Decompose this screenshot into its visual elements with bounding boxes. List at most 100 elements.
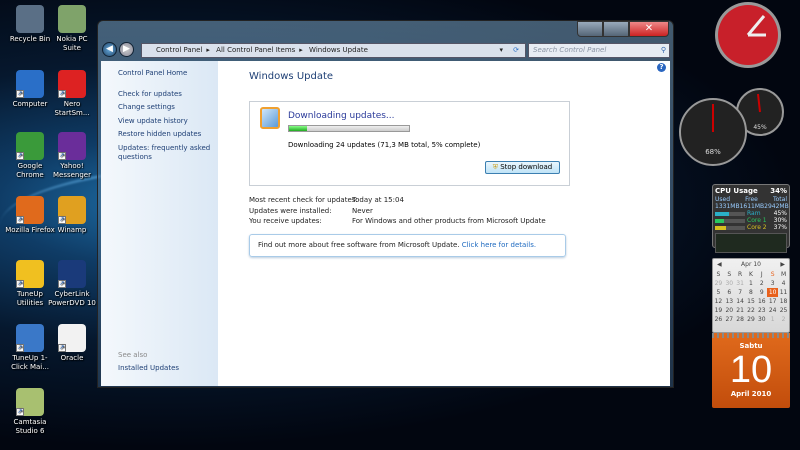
calendar-grid: S S R K J S M 29 30 31 1 2 3 4 5 6 7 8 9 10 11 12 13 14 15 16 17 18… [713,270,789,324]
calendar-day[interactable]: 12 [713,297,724,306]
calendar-day[interactable]: 29 [746,315,757,324]
calendar-day[interactable]: 29 [713,279,724,288]
shortcut-arrow-icon: ↗ [16,344,24,352]
app-icon: ↗ [16,324,44,352]
shortcut-arrow-icon: ↗ [58,152,66,160]
calendar-day[interactable]: 17 [767,297,778,306]
calendar-day[interactable]: 25 [778,306,789,315]
calendar-day[interactable]: 14 [735,297,746,306]
calendar-day[interactable]: 1 [767,315,778,324]
cpu-bar-row: Ram 45% [715,210,787,217]
calendar-day[interactable]: 13 [724,297,735,306]
desktop-icon-label: Nokia PC Suite [56,35,88,52]
view-update-history-link[interactable]: View update history [118,117,214,126]
calendar-day[interactable]: 9 [756,288,767,297]
app-icon: ↗ [16,196,44,224]
control-panel-home-link[interactable]: Control Panel Home [118,69,214,78]
calendar-day[interactable]: 21 [735,306,746,315]
calendar-day[interactable]: 30 [724,279,735,288]
breadcrumb-1[interactable]: All Control Panel Items [216,46,295,54]
cpu-usage-total: 34% [770,187,787,195]
prev-month-button[interactable]: ◀ [717,261,722,268]
address-bar[interactable]: Control Panel ▸ All Control Panel Items ▸ … [141,43,526,58]
shortcut-arrow-icon: ↗ [16,152,24,160]
cpu-bar-row: Core 1 30% [715,217,787,224]
restore-hidden-updates-link[interactable]: Restore hidden updates [118,130,214,139]
info-key: Updates were installed: [249,207,332,215]
desktop-icon[interactable]: ↗ Yahoo! Messenger [47,132,97,180]
calendar-day[interactable]: 30 [756,315,767,324]
forward-button[interactable]: ▶ [119,42,134,57]
calendar-day-gadget: Sabtu 10 April 2010 [712,333,790,408]
calendar-day[interactable]: 23 [756,306,767,315]
clock-gadget[interactable] [712,0,784,72]
change-settings-link[interactable]: Change settings [118,103,214,112]
calendar-day[interactable]: 15 [746,297,757,306]
desktop-icon[interactable]: ↗ CyberLink PowerDVD 10 [47,260,97,308]
header: Free [745,196,758,203]
calendar-day[interactable]: 31 [735,279,746,288]
calendar-day[interactable]: 3 [767,279,778,288]
info-row: You receive updates: For Windows and othe… [249,217,546,225]
calendar-day[interactable]: 5 [713,288,724,297]
desktop-icon[interactable]: ↗ Winamp [47,196,97,235]
calendar-day[interactable]: 2 [756,279,767,288]
calendar-day[interactable]: 26 [713,315,724,324]
calendar-day[interactable]: 16 [756,297,767,306]
help-icon[interactable]: ? [657,63,666,72]
spiral-binding [712,333,790,338]
calendar-day[interactable]: 1 [746,279,757,288]
calendar-day[interactable]: 24 [767,306,778,315]
search-input[interactable]: Search Control Panel ⚲ [528,43,670,58]
calendar-day[interactable]: 27 [724,315,735,324]
calendar-day[interactable]: 18 [778,297,789,306]
desktop-icon[interactable]: ↗ Oracle [47,324,97,363]
calendar-day[interactable]: 2 [778,315,789,324]
close-button[interactable]: ✕ [629,21,669,37]
shortcut-arrow-icon: ↗ [58,344,66,352]
shortcut-arrow-icon: ↗ [58,216,66,224]
desktop-icon[interactable]: Nokia PC Suite [47,5,97,53]
day-number: 10 [729,349,773,391]
desktop-icon[interactable]: ↗ Camtasia Studio 6 [5,388,55,436]
breadcrumb-0[interactable]: Control Panel [156,46,202,54]
next-month-button[interactable]: ▶ [780,261,785,268]
calendar-day[interactable]: 19 [713,306,724,315]
calendar-day[interactable]: 11 [778,288,789,297]
usage-bar [715,225,745,230]
installed-updates-link[interactable]: Installed Updates [118,364,214,373]
back-button[interactable]: ◀ [102,42,117,57]
maximize-button[interactable] [603,21,629,37]
bar-pct: 45% [773,210,787,217]
info-value: Today at 15:04 [352,196,404,204]
app-icon: ↗ [58,324,86,352]
app-icon: ↗ [16,70,44,98]
desktop-icon[interactable]: ↗ Nero StartSm... [47,70,97,118]
search-icon[interactable]: ⚲ [661,44,666,57]
cpu-usage-title: CPU Usage [715,187,758,195]
click-here-link[interactable]: Click here for details. [462,241,536,249]
calendar-day[interactable]: 6 [724,288,735,297]
stop-download-button[interactable]: ⛨ Stop download [485,161,560,174]
bar-pct: 37% [773,224,787,231]
faq-link[interactable]: Updates: frequently asked questions [118,144,214,162]
calendar-day[interactable]: 22 [746,306,757,315]
calendar-day[interactable]: 28 [735,315,746,324]
shortcut-arrow-icon: ↗ [58,90,66,98]
calendar-day[interactable]: 8 [746,288,757,297]
shield-icon: ⛨ [492,163,498,171]
calendar-day[interactable]: 4 [778,279,789,288]
dropdown-arrow-icon[interactable]: ▾ [499,44,503,57]
info-value: For Windows and other products from Micr… [352,217,546,225]
chevron-right-icon: ▸ [206,46,210,54]
minimize-button[interactable] [577,21,603,37]
calendar-day[interactable]: 7 [735,288,746,297]
status-detail: Downloading 24 updates (71,3 MB total, 5… [288,141,481,149]
status-panel: Downloading updates... Downloading 24 up… [249,101,570,186]
calendar-day[interactable]: 10 [767,288,779,297]
main-pane: ? Windows Update Downloading updates... … [219,61,670,386]
calendar-day[interactable]: 20 [724,306,735,315]
breadcrumb-2[interactable]: Windows Update [309,46,368,54]
check-for-updates-link[interactable]: Check for updates [118,90,214,99]
refresh-icon[interactable]: ⟳ [513,44,519,57]
